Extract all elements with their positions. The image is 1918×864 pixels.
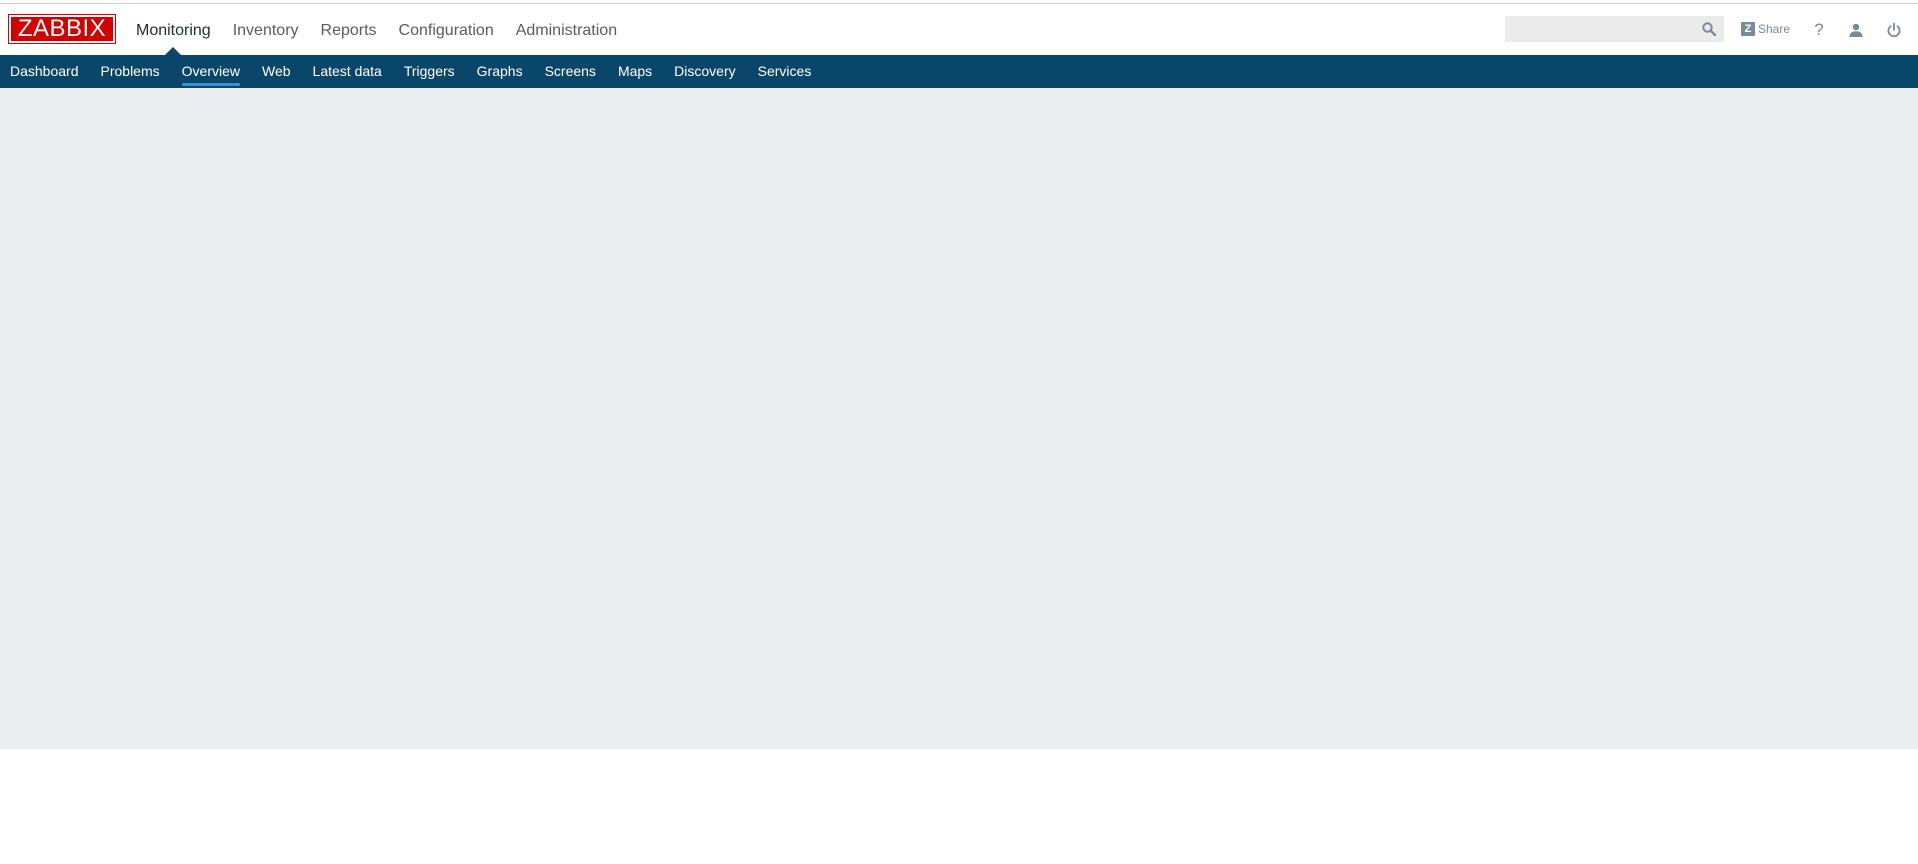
page-footer-area bbox=[0, 749, 1918, 864]
user-profile-icon[interactable] bbox=[1846, 20, 1866, 40]
search-input[interactable] bbox=[1506, 17, 1696, 41]
help-icon[interactable]: ? bbox=[1809, 20, 1829, 40]
search-box bbox=[1505, 16, 1724, 42]
share-link[interactable]: Z Share bbox=[1741, 20, 1790, 38]
zabbix-logo[interactable]: ZABBIX bbox=[8, 14, 116, 44]
sub-menu-triggers[interactable]: Triggers bbox=[404, 55, 455, 88]
sub-menu-services[interactable]: Services bbox=[758, 55, 812, 88]
sub-menu-dashboard[interactable]: Dashboard bbox=[10, 55, 79, 88]
sub-menu-screens[interactable]: Screens bbox=[545, 55, 596, 88]
main-menu-administration[interactable]: Administration bbox=[516, 4, 617, 55]
top-navigation-bar: ZABBIX Monitoring Inventory Reports Conf… bbox=[0, 4, 1918, 55]
search-icon[interactable] bbox=[1701, 21, 1717, 37]
zabbix-share-icon: Z bbox=[1741, 22, 1755, 36]
sub-menu-maps[interactable]: Maps bbox=[618, 55, 652, 88]
logo-text: ZABBIX bbox=[17, 15, 107, 42]
power-icon[interactable] bbox=[1884, 20, 1904, 40]
main-menu-configuration[interactable]: Configuration bbox=[399, 4, 494, 55]
sub-menu: Dashboard Problems Overview Web Latest d… bbox=[0, 55, 1918, 88]
main-content-area bbox=[0, 88, 1918, 749]
sub-menu-overview[interactable]: Overview bbox=[181, 55, 241, 88]
sub-menu-problems[interactable]: Problems bbox=[101, 55, 160, 88]
share-label: Share bbox=[1758, 22, 1791, 36]
main-menu-inventory[interactable]: Inventory bbox=[233, 4, 299, 55]
main-menu-reports[interactable]: Reports bbox=[321, 4, 377, 55]
main-menu: Monitoring Inventory Reports Configurati… bbox=[136, 4, 639, 55]
sub-menu-graphs[interactable]: Graphs bbox=[477, 55, 523, 88]
sub-menu-latest-data[interactable]: Latest data bbox=[313, 55, 382, 88]
sub-menu-discovery[interactable]: Discovery bbox=[674, 55, 735, 88]
main-menu-monitoring[interactable]: Monitoring bbox=[136, 4, 211, 55]
sub-menu-web[interactable]: Web bbox=[262, 55, 291, 88]
